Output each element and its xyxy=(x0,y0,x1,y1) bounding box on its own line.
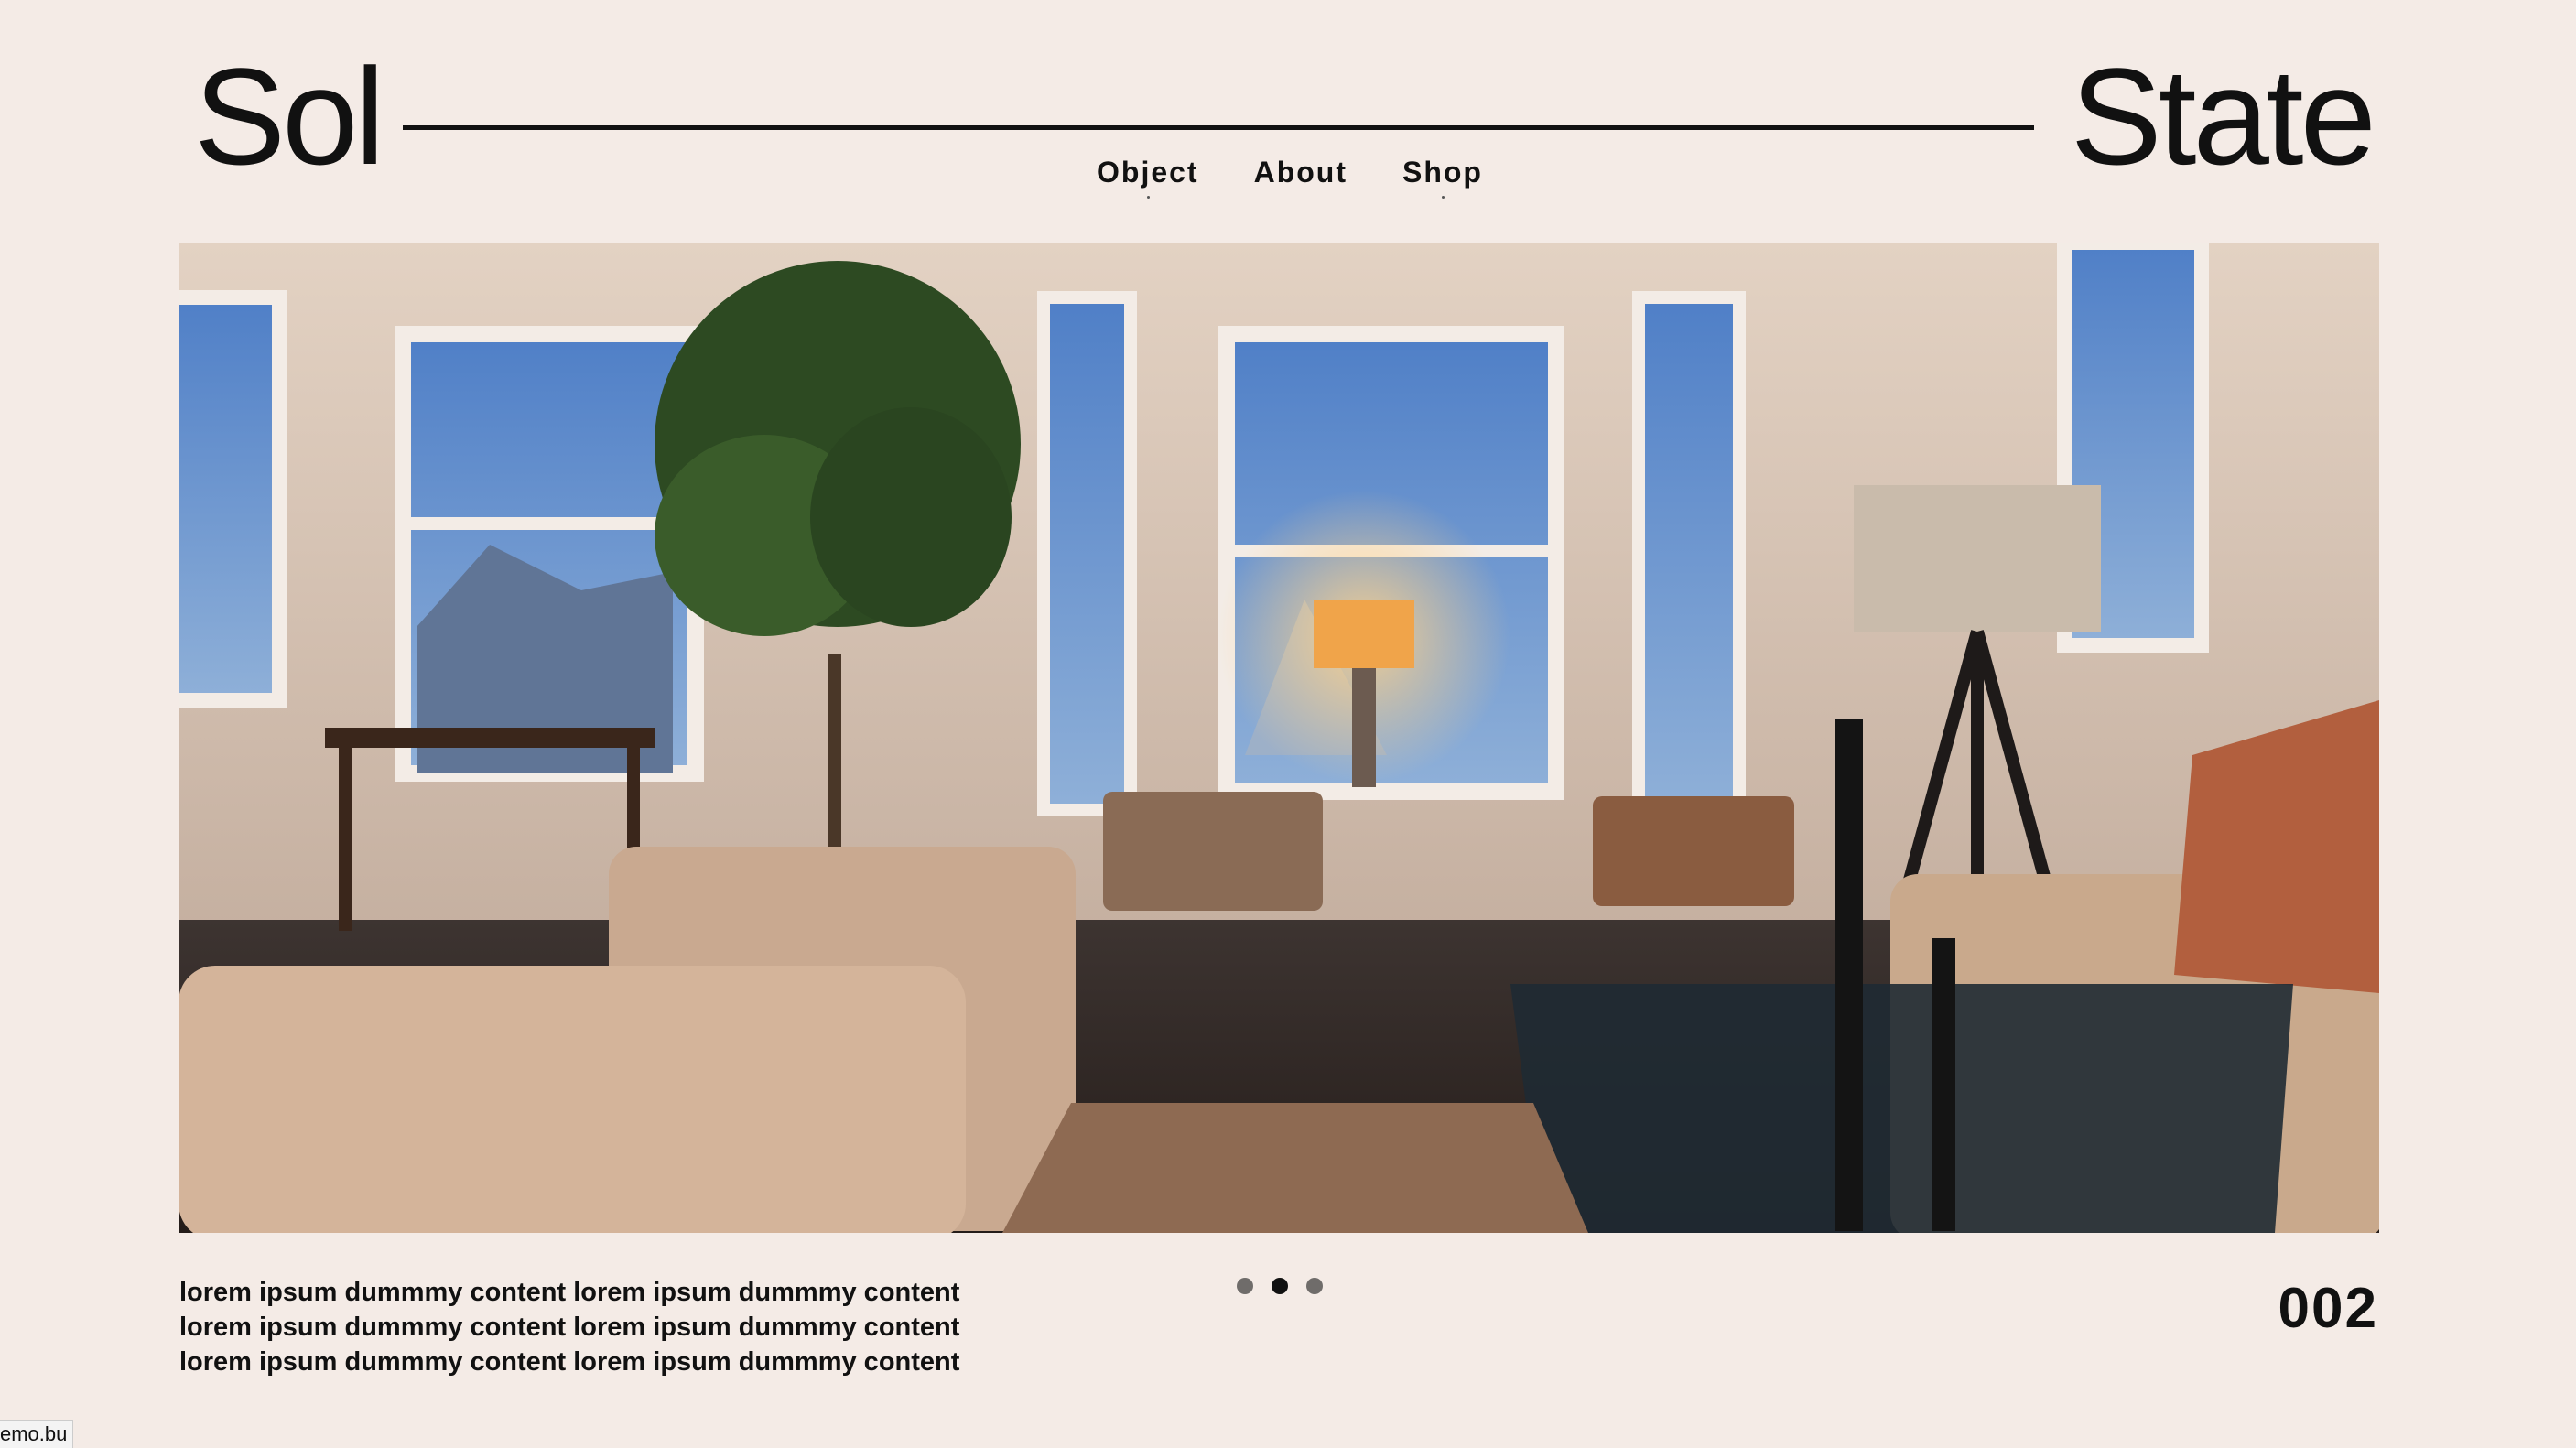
hero-caption: lorem ipsum dummmy content lorem ipsum d… xyxy=(179,1278,960,1377)
status-bar-url: emo.bu xyxy=(0,1420,74,1448)
nav-object[interactable]: Object xyxy=(1097,156,1199,199)
nav-dot-indicator xyxy=(1441,196,1445,199)
header-divider-line xyxy=(403,125,2034,130)
nav-about-label: About xyxy=(1253,156,1348,189)
nav-about[interactable]: About xyxy=(1254,156,1348,189)
nav-shop-label: Shop xyxy=(1402,156,1483,189)
logo-sol[interactable]: Sol xyxy=(194,48,385,185)
slide-dot-3[interactable] xyxy=(1306,1278,1323,1294)
main-nav: Object About Shop xyxy=(1097,156,1483,199)
nav-object-label: Object xyxy=(1097,156,1199,189)
nav-shop[interactable]: Shop xyxy=(1402,156,1483,199)
hero-image[interactable] xyxy=(179,243,2379,1233)
logo-state[interactable]: State xyxy=(2071,48,2376,185)
slide-counter: 002 xyxy=(2278,1277,2378,1340)
hero-illustration xyxy=(179,243,2379,1233)
slide-dot-1[interactable] xyxy=(1237,1278,1253,1294)
nav-dot-indicator xyxy=(1146,196,1150,199)
slide-dot-2-active[interactable] xyxy=(1272,1278,1288,1294)
slider-pagination xyxy=(1237,1278,1323,1294)
